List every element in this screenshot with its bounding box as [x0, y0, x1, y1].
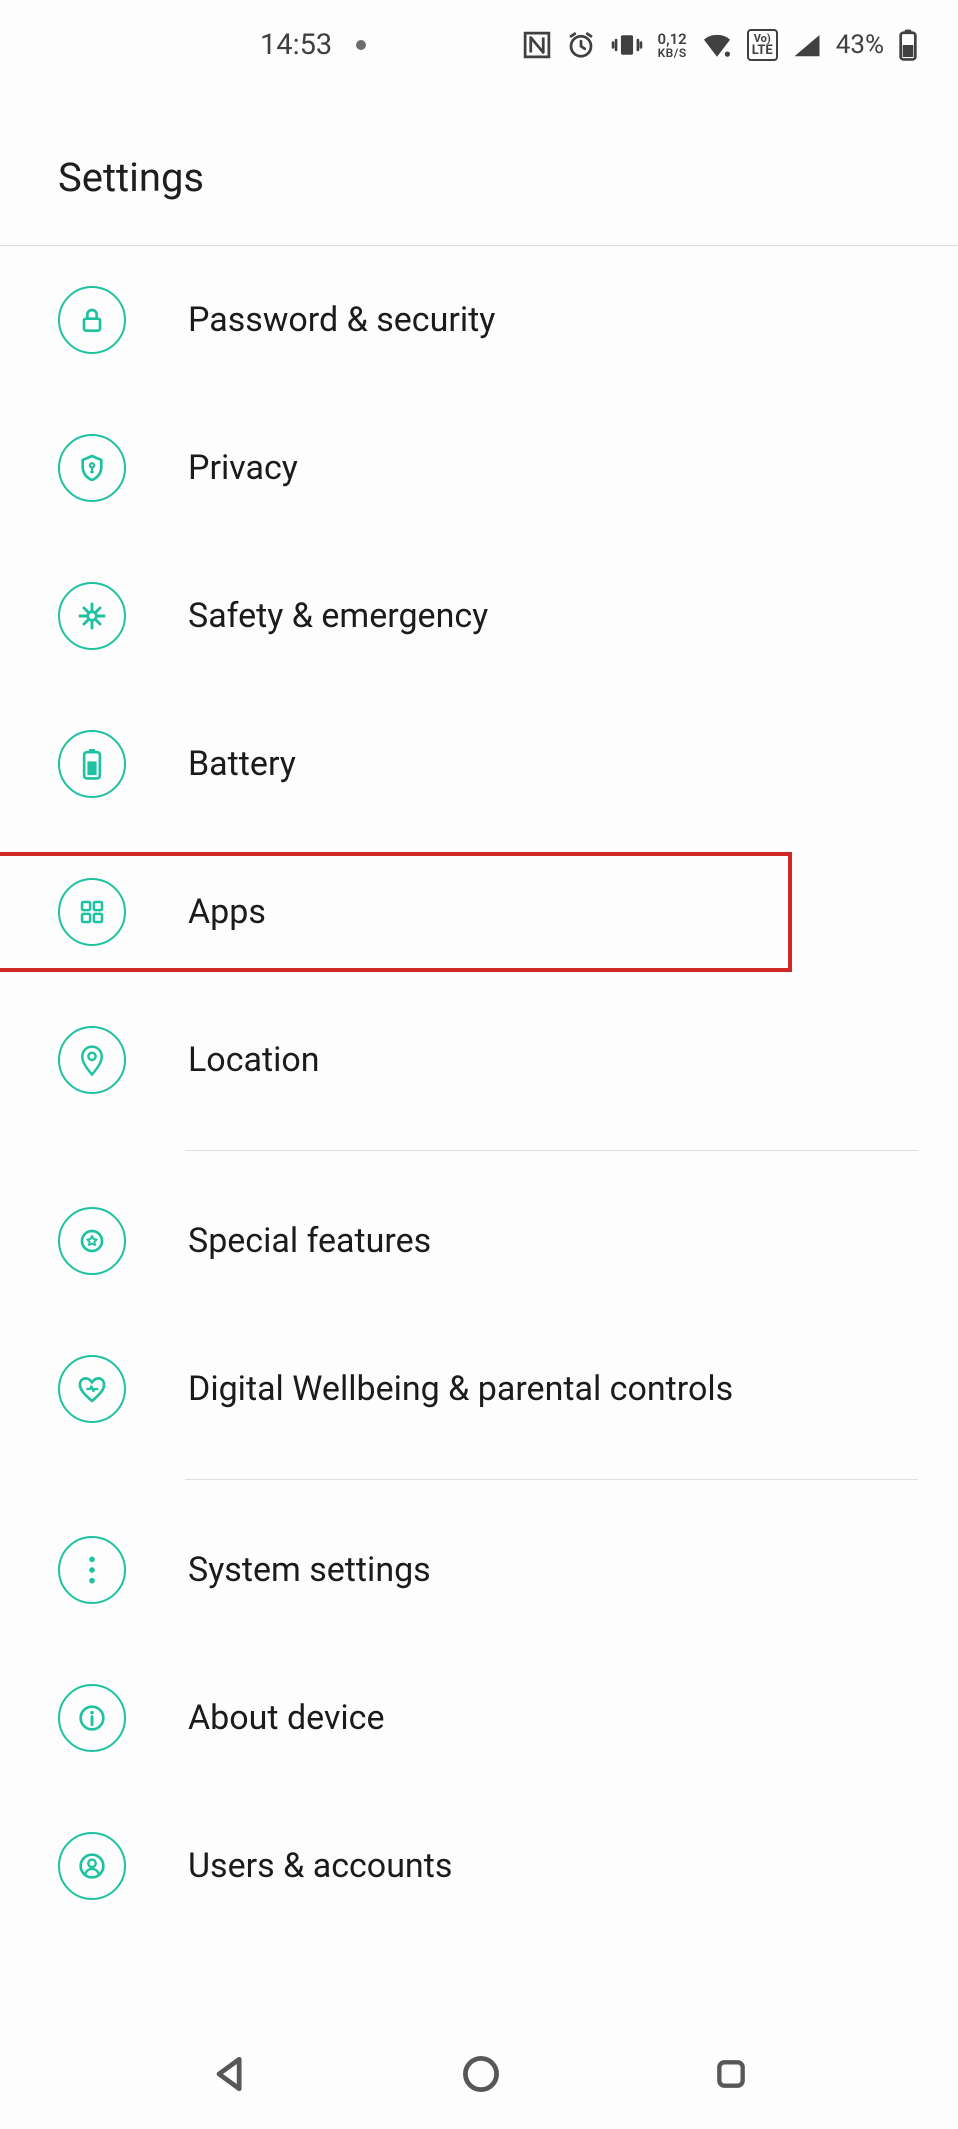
- status-bar: 14:53 0,12 KB/S: [0, 0, 958, 90]
- settings-item-label: Digital Wellbeing & parental controls: [188, 1369, 733, 1409]
- alarm-icon: [566, 30, 596, 60]
- status-time: 14:53: [260, 28, 332, 62]
- battery-icon: [898, 29, 918, 61]
- settings-item-label: Special features: [188, 1221, 431, 1261]
- more-vert-icon: [58, 1536, 126, 1604]
- settings-item-label: Location: [188, 1040, 320, 1080]
- settings-item-label: Safety & emergency: [188, 596, 488, 636]
- status-dot-icon: [356, 40, 366, 50]
- settings-item-label: Apps: [188, 892, 266, 932]
- settings-item-digital-wellbeing[interactable]: Digital Wellbeing & parental controls: [0, 1315, 958, 1463]
- vibrate-icon: [610, 30, 644, 60]
- nav-recent-button[interactable]: [711, 2054, 751, 2094]
- lock-icon: [58, 286, 126, 354]
- settings-item-users-accounts[interactable]: Users & accounts: [0, 1792, 958, 1940]
- wifi-icon: [701, 32, 733, 58]
- page-title: Settings: [58, 154, 958, 201]
- pin-icon: [58, 1026, 126, 1094]
- settings-item-privacy[interactable]: Privacy: [0, 394, 958, 542]
- heart-icon: [58, 1355, 126, 1423]
- volte-icon: Vo) LTE: [747, 29, 778, 61]
- android-nav-bar: [0, 2019, 958, 2129]
- settings-item-system-settings[interactable]: System settings: [0, 1496, 958, 1644]
- battery-icon: [58, 730, 126, 798]
- settings-item-location[interactable]: Location: [0, 986, 958, 1134]
- settings-item-label: Password & security: [188, 300, 495, 340]
- info-icon: [58, 1684, 126, 1752]
- star-badge-icon: [58, 1207, 126, 1275]
- settings-item-about-device[interactable]: About device: [0, 1644, 958, 1792]
- settings-item-password-security[interactable]: Password & security: [0, 246, 958, 394]
- settings-list: Password & security Privacy Safety & emerg…: [0, 246, 958, 1940]
- net-speed-unit: KB/S: [658, 47, 687, 59]
- list-divider: [185, 1150, 918, 1151]
- nfc-icon: [522, 30, 552, 60]
- settings-item-special-features[interactable]: Special features: [0, 1167, 958, 1315]
- apps-icon: [58, 878, 126, 946]
- nav-back-button[interactable]: [208, 2052, 252, 2096]
- settings-item-label: About device: [188, 1698, 385, 1738]
- person-icon: [58, 1832, 126, 1900]
- page-header: Settings: [0, 90, 958, 246]
- shield-key-icon: [58, 434, 126, 502]
- nav-home-button[interactable]: [459, 2052, 503, 2096]
- net-speed-value: 0,12: [658, 32, 687, 47]
- settings-item-apps[interactable]: Apps: [0, 838, 958, 986]
- list-divider: [185, 1479, 918, 1480]
- signal-icon: [792, 32, 822, 58]
- battery-percentage: 43%: [836, 30, 884, 60]
- net-speed-indicator: 0,12 KB/S: [658, 32, 687, 59]
- settings-item-label: Users & accounts: [188, 1846, 452, 1886]
- settings-item-battery[interactable]: Battery: [0, 690, 958, 838]
- medical-icon: [58, 582, 126, 650]
- settings-item-safety[interactable]: Safety & emergency: [0, 542, 958, 690]
- settings-item-label: System settings: [188, 1550, 431, 1590]
- settings-item-label: Privacy: [188, 448, 298, 488]
- settings-item-label: Battery: [188, 744, 296, 784]
